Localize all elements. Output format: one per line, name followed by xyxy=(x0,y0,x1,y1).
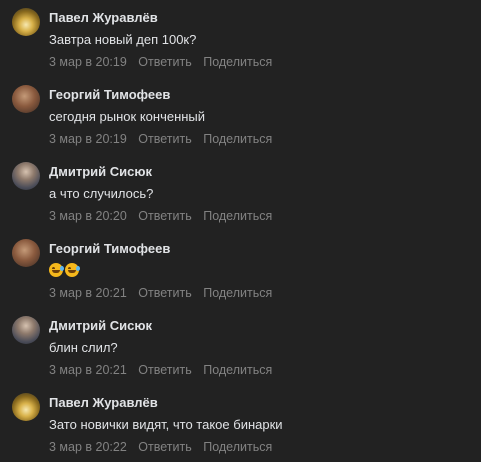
rolling-on-floor-laughing-icon xyxy=(49,263,64,277)
comment-text: а что случилось? xyxy=(49,186,154,201)
share-button[interactable]: Поделиться xyxy=(203,132,272,146)
rolling-on-floor-laughing-icon xyxy=(65,263,80,277)
comment-item: Георгий Тимофеев 3 мар в 20:21 Ответить … xyxy=(0,231,481,308)
comment-text: Завтра новый деп 100к? xyxy=(49,32,197,47)
comment-text: блин слил? xyxy=(49,340,118,355)
share-button[interactable]: Поделиться xyxy=(203,55,272,69)
reply-button[interactable]: Ответить xyxy=(138,55,191,69)
comment-text: сегодня рынок конченный xyxy=(49,109,206,124)
comment-date[interactable]: 3 мар в 20:21 xyxy=(49,286,127,300)
avatar[interactable] xyxy=(12,162,40,190)
share-button[interactable]: Поделиться xyxy=(203,363,272,377)
comment-author[interactable]: Георгий Тимофеев xyxy=(49,241,170,256)
reply-button[interactable]: Ответить xyxy=(138,363,191,377)
comment-item: Дмитрий Сисюк блин слил? 3 мар в 20:21 О… xyxy=(0,308,481,385)
comment-author[interactable]: Дмитрий Сисюк xyxy=(49,318,152,333)
avatar[interactable] xyxy=(12,393,40,421)
comment-author[interactable]: Георгий Тимофеев xyxy=(49,87,170,102)
comment-meta: 3 мар в 20:21 Ответить Поделиться xyxy=(49,363,272,377)
comment-meta: 3 мар в 20:20 Ответить Поделиться xyxy=(49,209,272,223)
comment-date[interactable]: 3 мар в 20:22 xyxy=(49,440,127,454)
comment-item: Георгий Тимофеев сегодня рынок конченный… xyxy=(0,77,481,154)
comment-meta: 3 мар в 20:19 Ответить Поделиться xyxy=(49,55,272,69)
comment-text: Зато новички видят, что такое бинарки xyxy=(49,417,283,432)
reply-button[interactable]: Ответить xyxy=(138,132,191,146)
reply-button[interactable]: Ответить xyxy=(138,440,191,454)
comment-date[interactable]: 3 мар в 20:20 xyxy=(49,209,127,223)
comment-author[interactable]: Павел Журавлёв xyxy=(49,10,158,25)
comment-author[interactable]: Дмитрий Сисюк xyxy=(49,164,152,179)
share-button[interactable]: Поделиться xyxy=(203,286,272,300)
comment-date[interactable]: 3 мар в 20:21 xyxy=(49,363,127,377)
comment-meta: 3 мар в 20:19 Ответить Поделиться xyxy=(49,132,272,146)
comment-meta: 3 мар в 20:22 Ответить Поделиться xyxy=(49,440,272,454)
avatar[interactable] xyxy=(12,239,40,267)
reply-button[interactable]: Ответить xyxy=(138,209,191,223)
share-button[interactable]: Поделиться xyxy=(203,440,272,454)
comment-date[interactable]: 3 мар в 20:19 xyxy=(49,55,127,69)
comment-text xyxy=(49,263,81,278)
avatar[interactable] xyxy=(12,85,40,113)
comment-author[interactable]: Павел Журавлёв xyxy=(49,395,158,410)
comment-date[interactable]: 3 мар в 20:19 xyxy=(49,132,127,146)
avatar[interactable] xyxy=(12,316,40,344)
share-button[interactable]: Поделиться xyxy=(203,209,272,223)
reply-button[interactable]: Ответить xyxy=(138,286,191,300)
comment-meta: 3 мар в 20:21 Ответить Поделиться xyxy=(49,286,272,300)
avatar[interactable] xyxy=(12,8,40,36)
comment-item: Дмитрий Сисюк а что случилось? 3 мар в 2… xyxy=(0,154,481,231)
comment-item: Павел Журавлёв Завтра новый деп 100к? 3 … xyxy=(0,0,481,77)
comment-item: Павел Журавлёв Зато новички видят, что т… xyxy=(0,385,481,462)
